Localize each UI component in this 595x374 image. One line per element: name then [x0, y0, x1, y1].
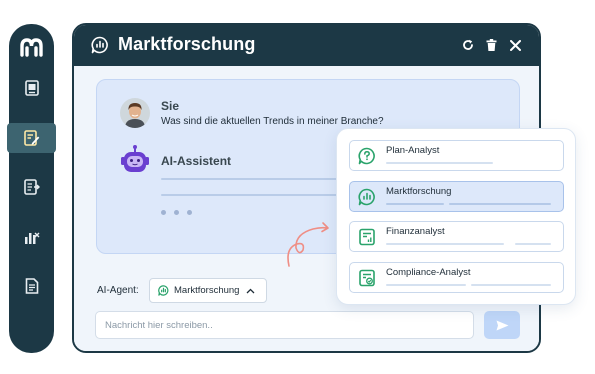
description-line	[449, 203, 551, 205]
logo-icon	[20, 38, 43, 57]
chart-icon	[24, 232, 39, 244]
typing-dot	[161, 210, 166, 215]
close-button[interactable]	[506, 36, 524, 54]
description-line	[471, 284, 551, 286]
user-message: Was sind die aktuellen Trends in meiner …	[161, 116, 384, 127]
typing-dot	[187, 210, 192, 215]
typing-placeholder-line	[161, 178, 351, 180]
agent-option-label: Compliance-Analyst	[386, 267, 471, 278]
agent-option-label: Plan-Analyst	[386, 145, 440, 156]
description-line	[386, 203, 444, 205]
message-input[interactable]	[95, 311, 474, 339]
curly-arrow-icon	[287, 222, 329, 267]
sidebar-item-charts[interactable]	[15, 222, 48, 252]
sidebar-item-edit[interactable]	[7, 123, 56, 153]
app-sidebar	[7, 24, 56, 353]
refresh-icon	[463, 39, 473, 50]
sidebar-item-forward[interactable]	[15, 172, 48, 202]
send-button[interactable]	[484, 311, 520, 339]
forward-document-icon	[23, 179, 40, 195]
image-icon	[24, 80, 39, 96]
robot-icon	[121, 145, 149, 172]
chat-chart-icon	[91, 36, 108, 54]
agent-option-label: Marktforschung	[386, 186, 452, 197]
user-name: Sie	[161, 99, 180, 113]
compliance-check-icon	[359, 269, 375, 287]
trash-icon	[486, 39, 496, 51]
question-bubble-icon	[358, 147, 375, 165]
file-icon	[25, 278, 38, 294]
edit-document-icon	[23, 130, 39, 146]
agent-option-compliance-analyst[interactable]: Compliance-Analyst	[349, 262, 564, 293]
description-line	[515, 243, 551, 245]
agent-option-plan-analyst[interactable]: Plan-Analyst	[349, 140, 564, 171]
assistant-name: AI-Assistent	[161, 154, 232, 168]
window-title: Marktforschung	[118, 34, 256, 54]
description-line	[386, 243, 504, 245]
sidebar-item-files[interactable]	[15, 271, 48, 301]
chevron-up-icon	[247, 288, 255, 293]
agent-option-finanzanalyst[interactable]: Finanzanalyst	[349, 221, 564, 252]
chat-chart-icon	[158, 285, 169, 296]
agent-select[interactable]: Marktforschung	[149, 278, 267, 303]
typing-dot	[174, 210, 179, 215]
agent-menu: Plan-Analyst Marktforschung Finanzanalys…	[336, 128, 576, 305]
description-line	[386, 284, 466, 286]
window-titlebar: Marktforschung	[74, 25, 539, 66]
chat-chart-icon	[358, 188, 375, 206]
close-icon	[509, 39, 521, 51]
agent-option-label: Finanzanalyst	[386, 226, 445, 237]
finance-report-icon	[359, 228, 375, 246]
agent-select-value: Marktforschung	[174, 285, 240, 296]
avatar	[120, 98, 150, 128]
agent-option-marktforschung[interactable]: Marktforschung	[349, 181, 564, 212]
typing-placeholder-line	[161, 194, 351, 196]
description-line	[386, 162, 493, 164]
delete-button[interactable]	[482, 36, 500, 54]
send-icon	[496, 320, 508, 330]
refresh-button[interactable]	[459, 36, 477, 54]
agent-label: AI-Agent:	[97, 285, 139, 296]
sidebar-item-images[interactable]	[15, 73, 48, 103]
